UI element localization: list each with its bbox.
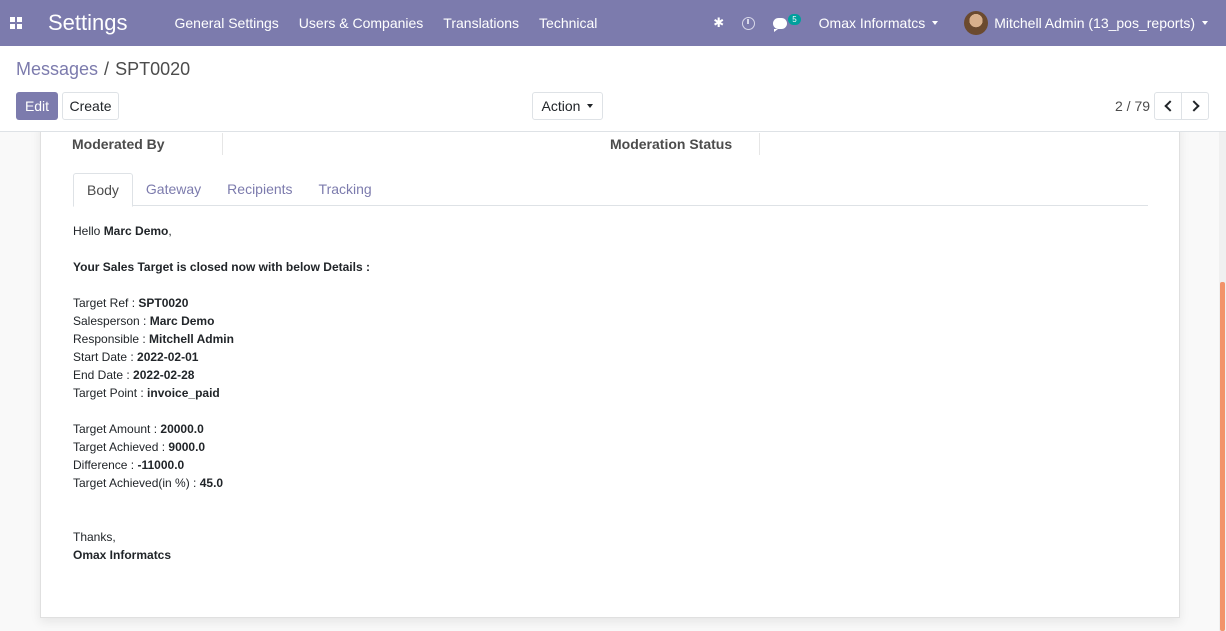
caret-down-icon — [587, 104, 594, 108]
notebook-tabs: Body Gateway Recipients Tracking — [73, 173, 1148, 207]
breadcrumb-separator: / — [104, 59, 110, 79]
detail-line: Salesperson : Marc Demo — [73, 312, 370, 330]
form-sheet: Moderated By Moderation Status Body Gate… — [40, 132, 1180, 618]
field-divider — [759, 133, 760, 155]
systray: ✱ 5 Omax Informatcs Mitchell Admin (13_p… — [713, 0, 1226, 46]
moderated-by-label: Moderated By — [72, 136, 165, 152]
thanks-line: Thanks, — [73, 530, 116, 544]
chevron-right-icon — [1187, 100, 1200, 112]
detail-line: Target Point : invoice_paid — [73, 384, 370, 402]
detail-label: Salesperson : — [73, 314, 150, 328]
detail-label: Responsible : — [73, 332, 150, 346]
create-button[interactable]: Create — [62, 92, 119, 120]
greeting-text: Hello — [73, 224, 104, 238]
signature-text: Omax Informatcs — [73, 548, 172, 562]
caret-down-icon — [1202, 21, 1208, 25]
amount-label: Target Achieved(in %) : — [73, 476, 200, 490]
menu-translations[interactable]: Translations — [443, 15, 519, 31]
amount-line: Target Amount : 20000.0 — [73, 420, 370, 438]
edit-button[interactable]: Edit — [16, 92, 58, 120]
detail-label: Start Date : — [73, 350, 138, 364]
detail-value: 2022-02-28 — [133, 368, 195, 382]
signature-line: Omax Informatcs — [73, 546, 370, 564]
pager-next-button[interactable] — [1181, 92, 1209, 120]
chat-icon — [773, 17, 788, 32]
user-menu[interactable]: Mitchell Admin (13_pos_reports) — [964, 11, 1208, 35]
detail-line: Target Ref : SPT0020 — [73, 294, 370, 312]
intro-line: Your Sales Target is closed now with bel… — [73, 258, 370, 276]
debug-bug-icon[interactable]: ✱ — [713, 15, 724, 31]
amount-label: Target Amount : — [73, 422, 161, 436]
chat-count-badge: 5 — [788, 13, 801, 25]
greeting-line: Hello Marc Demo, — [73, 222, 370, 240]
action-label: Action — [541, 98, 581, 114]
intro-text: Your Sales Target is closed now with bel… — [73, 260, 370, 274]
detail-line: Start Date : 2022-02-01 — [73, 348, 370, 366]
user-avatar — [964, 11, 989, 35]
chevron-left-icon — [1163, 100, 1176, 112]
breadcrumb-messages-link[interactable]: Messages — [16, 59, 98, 79]
activity-clock-icon[interactable] — [742, 16, 756, 30]
menu-general-settings[interactable]: General Settings — [175, 15, 279, 31]
caret-down-icon — [932, 21, 939, 25]
greeting-end: , — [168, 224, 172, 238]
detail-value: Marc Demo — [149, 314, 215, 328]
menu-users-companies[interactable]: Users & Companies — [299, 15, 424, 31]
breadcrumb: Messages / SPT0020 — [16, 59, 190, 80]
amount-line: Difference : -11000.0 — [73, 456, 370, 474]
tab-tracking[interactable]: Tracking — [306, 173, 385, 206]
amount-value: 9000.0 — [168, 440, 206, 454]
customer-name: Marc Demo — [103, 224, 169, 238]
detail-value: Mitchell Admin — [149, 332, 234, 346]
app-name[interactable]: Settings — [48, 10, 128, 36]
field-divider — [222, 133, 223, 155]
detail-label: Target Ref : — [73, 296, 139, 310]
detail-value: invoice_paid — [147, 386, 220, 400]
message-body: Hello Marc Demo, Your Sales Target is cl… — [73, 222, 370, 564]
detail-value: 2022-02-01 — [137, 350, 199, 364]
top-navbar: Settings General Settings Users & Compan… — [0, 0, 1226, 46]
tab-body[interactable]: Body — [73, 173, 133, 207]
control-panel: Messages / SPT0020 Edit Create Action 2 / … — [0, 46, 1226, 132]
main-menu: General Settings Users & Companies Trans… — [175, 15, 618, 31]
amount-value: 45.0 — [199, 476, 224, 490]
amount-line: Target Achieved(in %) : 45.0 — [73, 474, 370, 492]
amount-label: Difference : — [73, 458, 138, 472]
pager-previous-button[interactable] — [1154, 92, 1182, 120]
company-switcher[interactable]: Omax Informatcs — [819, 15, 939, 31]
vertical-scrollbar[interactable] — [1219, 132, 1226, 631]
messaging-menu[interactable]: 5 — [773, 13, 801, 32]
menu-technical[interactable]: Technical — [539, 15, 597, 31]
detail-line: End Date : 2022-02-28 — [73, 366, 370, 384]
pager-value[interactable]: 2 / 79 — [1115, 98, 1150, 114]
amount-value: -11000.0 — [137, 458, 185, 472]
amount-value: 20000.0 — [160, 422, 204, 436]
tab-gateway[interactable]: Gateway — [133, 173, 214, 206]
amount-line: Target Achieved : 9000.0 — [73, 438, 370, 456]
detail-label: Target Point : — [73, 386, 148, 400]
detail-label: End Date : — [73, 368, 134, 382]
moderation-status-label: Moderation Status — [610, 136, 733, 152]
apps-menu-icon[interactable] — [10, 17, 24, 29]
user-name: Mitchell Admin (13_pos_reports) — [994, 15, 1195, 31]
detail-line: Responsible : Mitchell Admin — [73, 330, 370, 348]
tab-recipients[interactable]: Recipients — [214, 173, 305, 206]
scrollbar-thumb[interactable] — [1220, 282, 1225, 631]
company-name: Omax Informatcs — [818, 15, 926, 31]
action-dropdown[interactable]: Action — [532, 92, 603, 120]
detail-value: SPT0020 — [138, 296, 189, 310]
form-view: Moderated By Moderation Status Body Gate… — [0, 132, 1226, 631]
amount-label: Target Achieved : — [73, 440, 169, 454]
breadcrumb-current: SPT0020 — [115, 59, 191, 79]
